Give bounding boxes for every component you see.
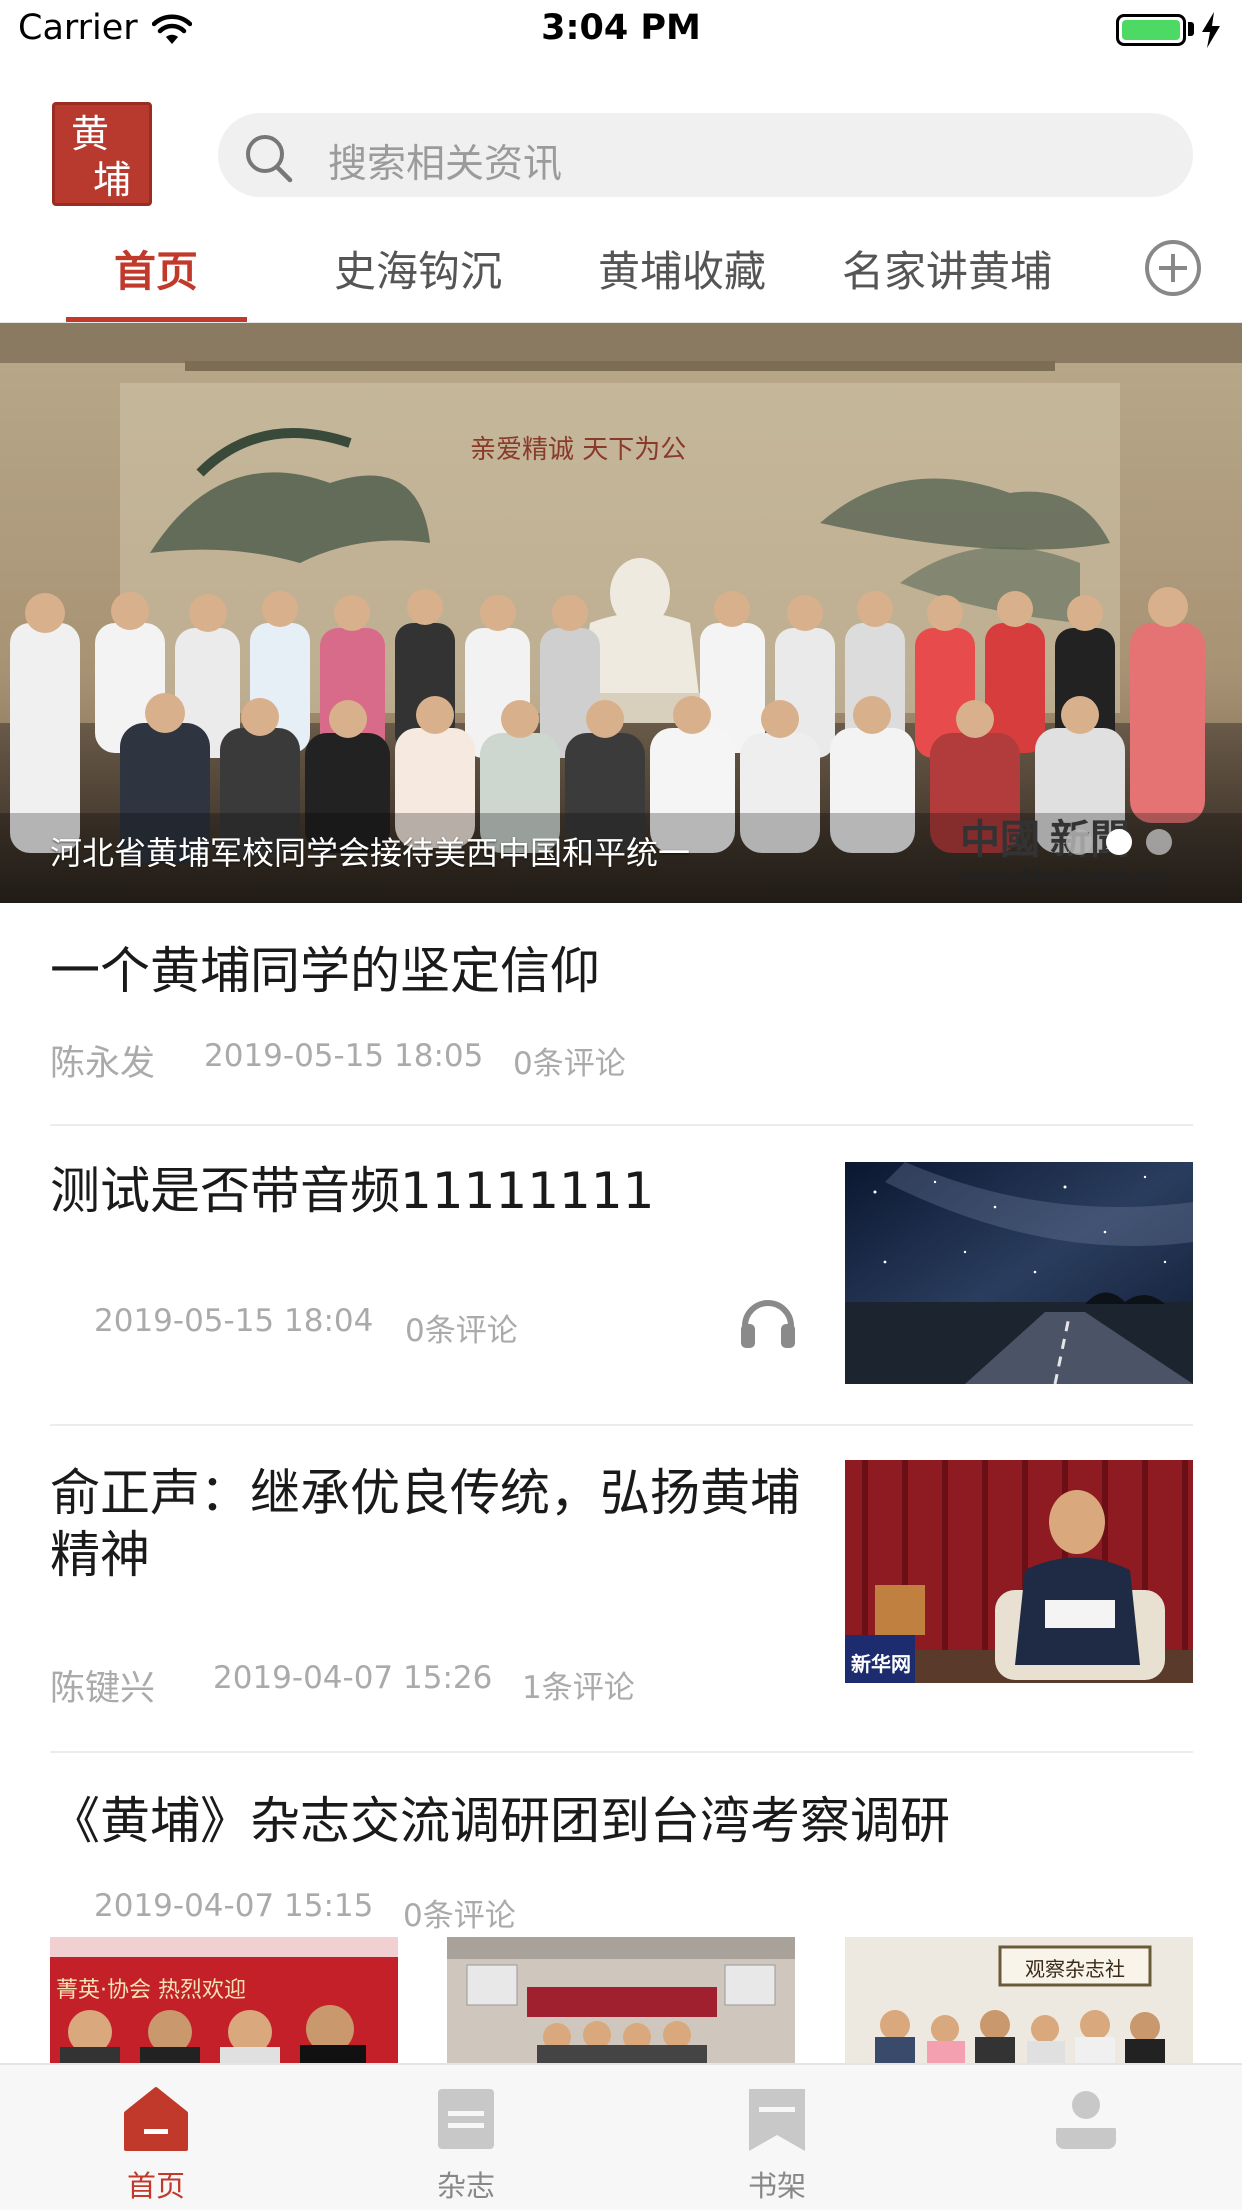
bottom-tab-bar: 首页 杂志 书架: [0, 2063, 1242, 2210]
article-title[interactable]: 一个黄埔同学的坚定信仰: [50, 940, 600, 1002]
tab-lectures[interactable]: 名家讲黄埔: [842, 238, 1052, 299]
logo-char-1: 黄: [71, 112, 110, 156]
thumbnail-source-label: 新华网: [851, 1652, 911, 1676]
bookmark-icon: [749, 2089, 805, 2151]
add-tab-icon[interactable]: [1144, 239, 1202, 297]
article-date: 2019-05-15 18:04: [94, 1303, 374, 1339]
article-title[interactable]: 俞正声：继承优良传统，弘扬黄埔精神: [50, 1462, 810, 1586]
article-comments: 0条评论: [513, 1046, 626, 1082]
tabbar-label: 书架: [747, 2169, 806, 2203]
article-thumbnail-night-sky[interactable]: [845, 1162, 1193, 1384]
banner-carousel[interactable]: 亲爱精诚 天下为公 中國 www.chinataiwan.org 河北省黄埔军校…: [0, 323, 1242, 903]
night-road-image: [845, 1162, 1193, 1384]
svg-text:菁英·协会 热烈欢迎: 菁英·协会 热烈欢迎: [56, 1978, 246, 2003]
charging-icon: [1202, 12, 1220, 48]
tabbar-label: 首页: [126, 2169, 185, 2203]
article-date: 2019-04-07 15:15: [94, 1888, 374, 1924]
article-author: 陈永发: [50, 1044, 156, 1084]
article-image-2[interactable]: [447, 1937, 795, 2063]
magazine-icon: [438, 2089, 494, 2149]
tabbar-item-profile[interactable]: [1036, 2085, 1136, 2205]
article-comments: 0条评论: [405, 1313, 518, 1349]
article-title[interactable]: 测试是否带音频11111111: [50, 1160, 655, 1222]
divider: [50, 1424, 1193, 1426]
article-date: 2019-05-15 18:05: [204, 1038, 484, 1074]
app-logo[interactable]: 黄 埔: [52, 102, 152, 206]
search-input[interactable]: 搜索相关资讯: [328, 133, 562, 189]
divider: [50, 1751, 1193, 1753]
search-icon: [246, 135, 293, 183]
search-bar[interactable]: 搜索相关资讯: [218, 113, 1193, 197]
svg-text:中國: 中國: [960, 816, 1040, 863]
status-time: 3:04 PM: [541, 8, 701, 48]
article-comments: 1条评论: [522, 1670, 635, 1706]
tab-collection[interactable]: 黄埔收藏: [598, 238, 766, 299]
office-group-photo: [845, 1937, 1193, 2063]
logo-char-2: 埔: [93, 158, 132, 202]
battery-tip: [1188, 22, 1194, 36]
article-author: 陈键兴: [50, 1669, 156, 1709]
home-icon: [124, 2087, 188, 2151]
banner-photo: 亲爱精诚 天下为公 中國: [0, 323, 1242, 903]
divider: [50, 1124, 1193, 1126]
carousel-dot-1[interactable]: [1066, 829, 1092, 855]
group-photo-red: 菁英·协会 热烈欢迎: [50, 1937, 398, 2063]
battery-icon: [1116, 14, 1186, 46]
tab-home[interactable]: 首页: [114, 238, 198, 299]
tabbar-label: 杂志: [436, 2169, 495, 2203]
article-image-1[interactable]: 菁英·协会 热烈欢迎: [50, 1937, 398, 2063]
article-title[interactable]: 《黄埔》杂志交流调研团到台湾考察调研: [50, 1790, 950, 1852]
audio-headphones-icon[interactable]: [737, 1290, 799, 1352]
tabbar-item-home[interactable]: 首页: [106, 2085, 206, 2205]
tabbar-item-magazine[interactable]: 杂志: [416, 2085, 516, 2205]
tab-history[interactable]: 史海钩沉: [334, 238, 502, 299]
tabbar-item-bookshelf[interactable]: 书架: [727, 2085, 827, 2205]
article-image-3[interactable]: 观察杂志社: [845, 1937, 1193, 2063]
status-bar: Carrier 3:04 PM: [0, 0, 1242, 62]
article-comments: 0条评论: [403, 1898, 516, 1934]
carousel-dot-3[interactable]: [1146, 829, 1172, 855]
article-item-1[interactable]: 一个黄埔同学的坚定信仰 陈永发 2019-05-15 18:05 0条评论: [50, 940, 1193, 1120]
svg-text:亲爱精诚 天下为公: 亲爱精诚 天下为公: [470, 435, 686, 465]
article-thumbnail-speaker[interactable]: 新华网: [845, 1460, 1193, 1683]
banner-watermark: www.chinataiwan.org: [960, 866, 1168, 886]
signboard-text: 观察杂志社: [1025, 1957, 1125, 1981]
carousel-dot-2[interactable]: [1106, 829, 1132, 855]
user-icon: [1056, 2091, 1116, 2149]
article-item-3[interactable]: 俞正声：继承优良传统，弘扬黄埔精神 陈键兴 2019-04-07 15:26 1…: [50, 1462, 810, 1709]
banner-caption[interactable]: 河北省黄埔军校同学会接待美西中国和平统一: [50, 828, 690, 874]
article-date: 2019-04-07 15:26: [213, 1660, 493, 1696]
meeting-room-photo: [447, 1937, 795, 2063]
